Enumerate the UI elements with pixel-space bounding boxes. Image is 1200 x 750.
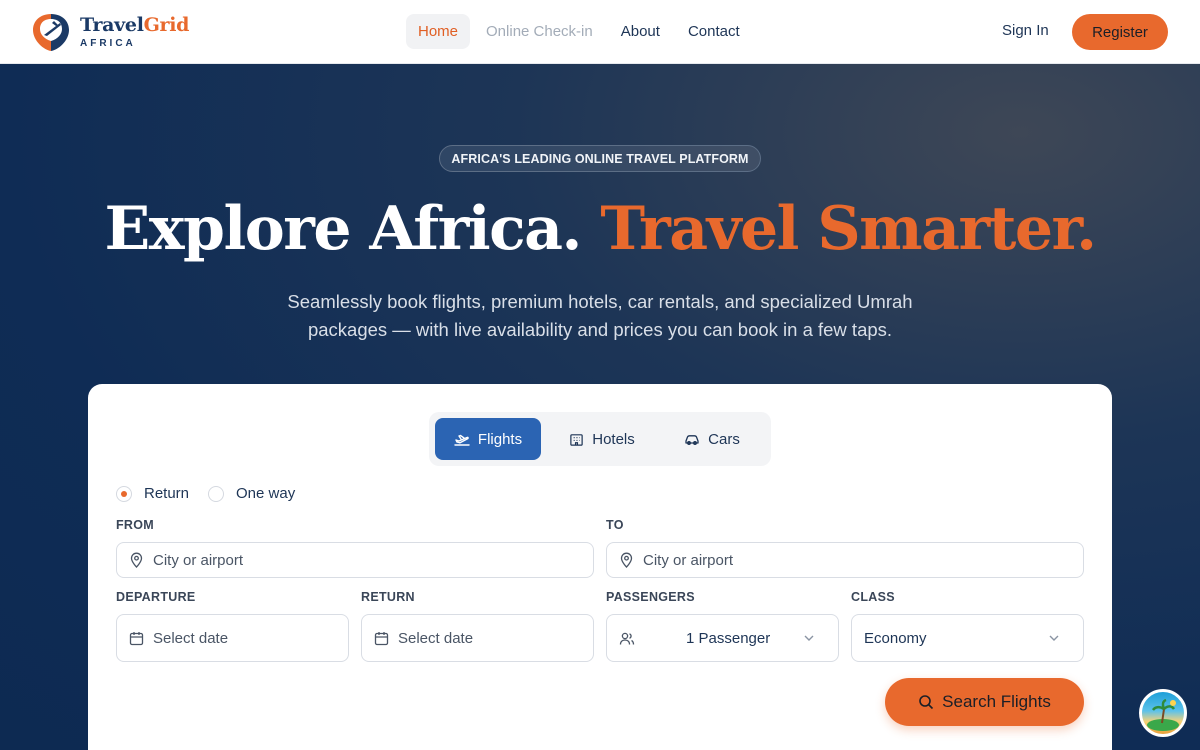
main-nav: Home Online Check-in About Contact xyxy=(406,14,756,49)
return-label: RETURN xyxy=(361,590,415,604)
tab-hotels[interactable]: Hotels xyxy=(549,418,655,460)
calendar-icon xyxy=(374,631,389,645)
nav-online-check-in[interactable]: Online Check-in xyxy=(474,14,605,49)
search-tabs: Flights Hotels Cars xyxy=(429,412,771,466)
search-flights-button[interactable]: Search Flights xyxy=(885,678,1084,726)
search-card: Flights Hotels Cars Return One way FROM … xyxy=(88,384,1112,750)
tab-cars[interactable]: Cars xyxy=(659,418,765,460)
top-navbar: TravelGrid AFRICA Home Online Check-in A… xyxy=(0,0,1200,64)
departure-label: DEPARTURE xyxy=(116,590,196,604)
trip-type-one-way[interactable]: One way xyxy=(208,485,295,502)
departure-date-field[interactable]: Select date xyxy=(116,614,349,662)
map-pin-icon xyxy=(620,552,633,568)
radio-return[interactable] xyxy=(116,485,132,502)
plane-icon xyxy=(454,434,470,446)
building-icon xyxy=(570,433,583,446)
tab-flights[interactable]: Flights xyxy=(435,418,541,460)
search-flights-label: Search Flights xyxy=(942,692,1051,711)
tab-hotels-label: Hotels xyxy=(592,430,635,448)
chevron-down-icon xyxy=(804,635,814,641)
tab-flights-label: Flights xyxy=(477,430,523,448)
nav-contact[interactable]: Contact xyxy=(676,14,752,49)
class-label: CLASS xyxy=(851,590,895,604)
return-date-field[interactable]: Select date xyxy=(361,614,594,662)
passengers-select[interactable]: 1 Passenger xyxy=(606,614,839,662)
radio-one-way[interactable] xyxy=(208,485,224,502)
headline-white: Explore Africa. xyxy=(104,194,601,264)
from-field[interactable]: City or airport xyxy=(116,542,594,578)
radio-return-label: Return xyxy=(144,485,190,502)
hero-section: AFRICA'S LEADING ONLINE TRAVEL PLATFORM … xyxy=(0,64,1200,750)
departure-placeholder: Select date xyxy=(153,629,229,647)
to-label: TO xyxy=(606,518,624,532)
from-label: FROM xyxy=(116,518,154,532)
to-field[interactable]: City or airport xyxy=(606,542,1084,578)
hero-badge: AFRICA'S LEADING ONLINE TRAVEL PLATFORM xyxy=(439,145,761,172)
hero-subtitle: Seamlessly book flights, premium hotels,… xyxy=(287,291,913,340)
nav-home[interactable]: Home xyxy=(406,14,471,49)
passengers-value: 1 Passenger xyxy=(686,629,771,647)
calendar-icon xyxy=(129,631,144,645)
map-pin-icon xyxy=(130,552,143,568)
to-placeholder: City or airport xyxy=(643,551,734,569)
travelgrid-logo-icon xyxy=(33,14,69,51)
island-avatar-icon xyxy=(1147,698,1179,731)
search-icon xyxy=(919,695,934,710)
trip-type-return[interactable]: Return xyxy=(116,485,189,502)
users-icon xyxy=(619,632,635,645)
chat-assistant-button[interactable] xyxy=(1139,689,1187,737)
class-value: Economy xyxy=(864,629,927,647)
brand-tagline: AFRICA xyxy=(80,37,136,49)
brand-name: TravelGrid xyxy=(80,13,190,36)
return-placeholder: Select date xyxy=(398,629,474,647)
tab-cars-label: Cars xyxy=(708,430,740,448)
brand-logo[interactable]: TravelGrid AFRICA xyxy=(30,11,189,53)
hero-headline: Explore Africa. Travel Smarter. xyxy=(0,194,1200,264)
class-select[interactable]: Economy xyxy=(851,614,1084,662)
from-placeholder: City or airport xyxy=(153,551,244,569)
sign-in-link[interactable]: Sign In xyxy=(1002,22,1049,39)
register-button[interactable]: Register xyxy=(1072,14,1168,50)
chevron-down-icon xyxy=(1049,635,1059,641)
nav-about[interactable]: About xyxy=(609,14,672,49)
headline-accent: Travel Smarter. xyxy=(600,194,1097,264)
radio-one-way-label: One way xyxy=(236,485,296,502)
passengers-label: PASSENGERS xyxy=(606,590,695,604)
car-icon xyxy=(685,435,699,445)
